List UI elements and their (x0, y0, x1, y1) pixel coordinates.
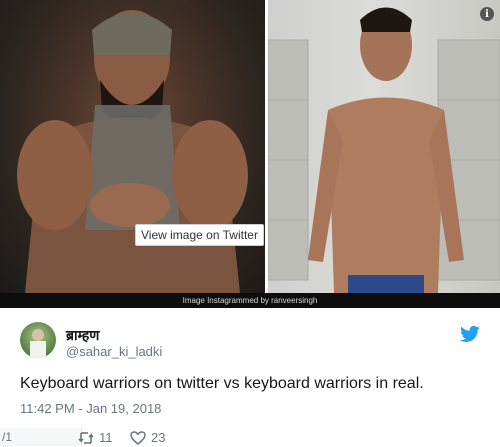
media-caption: Image Instagrammed by ranveersingh (182, 296, 318, 305)
tweet-actions: /1 11 23 (0, 427, 500, 447)
photo-lean-man[interactable] (268, 0, 500, 293)
media-caption-bar: Image Instagrammed by ranveersingh (0, 293, 500, 308)
like-count: 23 (151, 430, 166, 445)
heart-icon (130, 430, 146, 445)
tweet-timestamp[interactable]: 11:42 PM - Jan 19, 2018 (20, 401, 161, 416)
muscular-man-illustration (17, 10, 248, 293)
tweet-media[interactable]: i View image on Twitter Image Instagramm… (0, 0, 500, 308)
twitter-bird-icon[interactable] (460, 325, 480, 343)
retweet-button[interactable]: 11 (78, 430, 113, 445)
photo-muscular-man[interactable] (0, 0, 265, 293)
avatar-person-illustration (30, 329, 46, 358)
reply-count-stub[interactable]: /1 (0, 428, 82, 446)
user-handle[interactable]: @sahar_ki_ladki (66, 344, 162, 359)
like-button[interactable]: 23 (130, 430, 165, 445)
retweet-icon (78, 431, 94, 444)
avatar[interactable] (20, 322, 56, 358)
info-icon[interactable]: i (480, 7, 494, 21)
view-image-on-twitter-tooltip[interactable]: View image on Twitter (135, 224, 264, 246)
lean-man-illustration (268, 7, 500, 293)
tweet-text: Keyboard warriors on twitter vs keyboard… (20, 375, 424, 392)
retweet-count: 11 (99, 430, 113, 445)
display-name[interactable]: ब्राम्हण (66, 326, 99, 345)
tweet-header: ब्राम्हण @sahar_ki_ladki (20, 320, 480, 362)
